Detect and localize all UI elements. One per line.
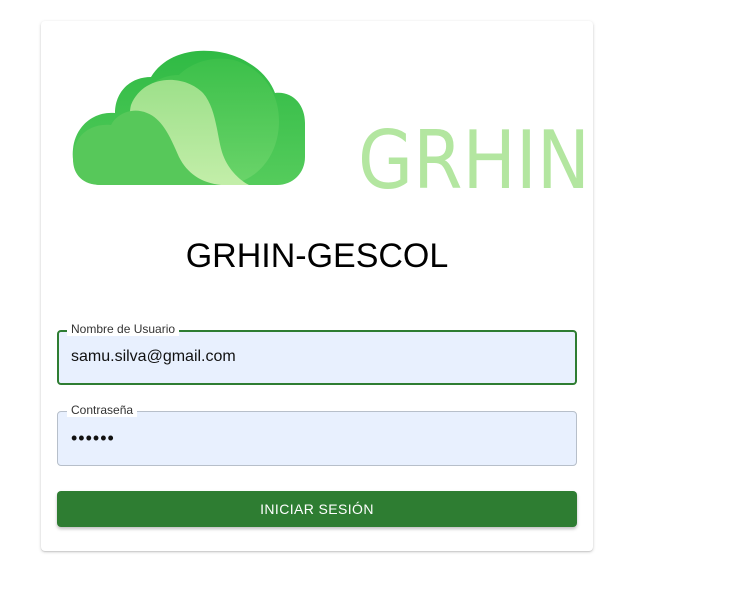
login-button[interactable]: INICIAR SESIÓN: [57, 491, 577, 527]
username-field[interactable]: Nombre de Usuario: [57, 322, 577, 385]
logo-wordmark: GRHIN: [356, 120, 596, 198]
logo-text: GRHIN: [358, 120, 590, 198]
password-input[interactable]: [71, 412, 561, 465]
cloud-logo-icon: [72, 50, 305, 186]
login-card: GRHIN GRHIN-GESCOL Nombre de Usuario Con…: [41, 21, 593, 551]
password-field[interactable]: Contraseña: [57, 403, 577, 466]
username-input[interactable]: [71, 331, 561, 382]
grhin-logo: GRHIN: [71, 47, 592, 198]
page-title: GRHIN-GESCOL: [185, 237, 449, 275]
